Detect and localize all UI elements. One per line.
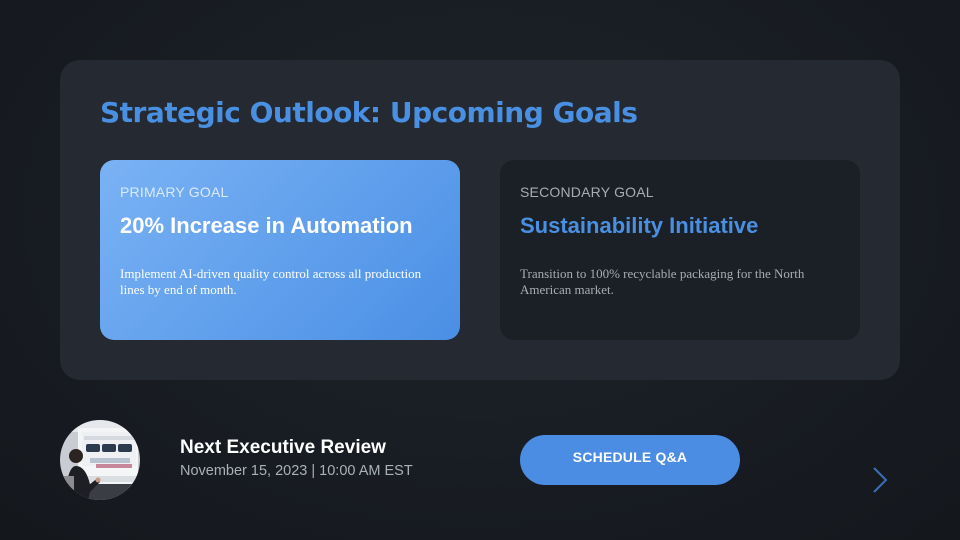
- secondary-goal-description: Transition to 100% recyclable packaging …: [520, 266, 805, 297]
- primary-goal-description: Implement AI-driven quality control acro…: [120, 266, 422, 297]
- next-review-date: November 15, 2023 | 10:00 AM EST: [180, 463, 413, 479]
- goals-panel: Strategic Outlook: Upcoming Goals PRIMAR…: [60, 60, 900, 380]
- presenter-avatar: [60, 420, 140, 500]
- schedule-qa-button[interactable]: SCHEDULE Q&A: [520, 435, 740, 485]
- secondary-goal-label: SECONDARY GOAL: [520, 184, 654, 200]
- chevron-right-icon: [873, 467, 888, 493]
- next-slide-button[interactable]: [868, 464, 892, 496]
- secondary-goal-card: SECONDARY GOAL Sustainability Initiative…: [500, 160, 860, 340]
- primary-goal-heading: 20% Increase in Automation: [120, 213, 413, 238]
- primary-goal-card: PRIMARY GOAL 20% Increase in Automation …: [100, 160, 460, 340]
- next-review-title: Next Executive Review: [180, 437, 386, 458]
- secondary-goal-heading: Sustainability Initiative: [520, 213, 759, 238]
- primary-goal-label: PRIMARY GOAL: [120, 184, 229, 200]
- presenter-photo-icon: [60, 420, 140, 500]
- slide-title: Strategic Outlook: Upcoming Goals: [100, 96, 638, 129]
